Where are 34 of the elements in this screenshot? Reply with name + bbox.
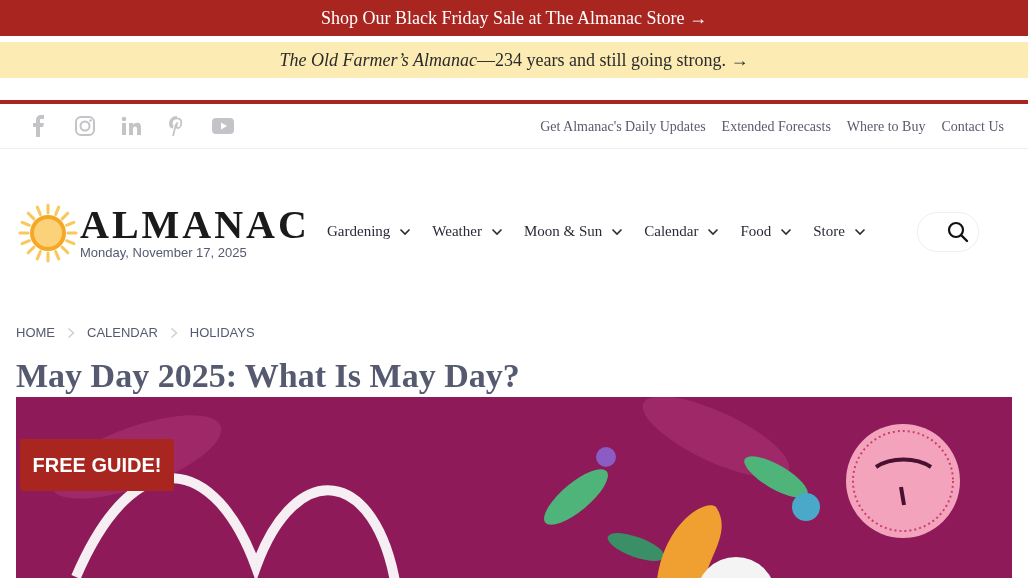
- chevron-right-icon: [169, 327, 178, 339]
- search-icon: [947, 220, 969, 243]
- nav-menu-item[interactable]: Food: [740, 220, 793, 243]
- chevron-down-icon: [399, 227, 412, 236]
- page-title: May Day 2025: What Is May Day?: [15, 356, 521, 396]
- nav-menu-item[interactable]: Calendar: [644, 220, 720, 243]
- nav-menu-item[interactable]: Moon & Sun: [523, 220, 624, 243]
- chevron-down-icon: [780, 227, 793, 236]
- social-link[interactable]: [120, 115, 142, 137]
- social-link[interactable]: [74, 115, 96, 137]
- linkedin-icon: [120, 115, 142, 137]
- top-nav-link[interactable]: Extended Forecasts: [721, 115, 831, 137]
- video-play-icon: [212, 115, 234, 137]
- social-link[interactable]: [212, 115, 234, 137]
- chevron-right-icon: [67, 327, 75, 339]
- chevron-down-icon: [611, 227, 624, 236]
- chevron-down-icon: [707, 227, 720, 236]
- chevron-down-icon: [490, 227, 503, 236]
- sun-icon: [18, 203, 78, 263]
- breadcrumb-link[interactable]: HOME: [16, 323, 55, 343]
- top-nav-link[interactable]: Get Almanac's Daily Updates: [540, 115, 706, 137]
- free-guide-button[interactable]: FREE GUIDE!: [20, 439, 174, 491]
- nav-menu-item[interactable]: Weather: [432, 220, 503, 243]
- top-nav-link[interactable]: Where to Buy: [846, 115, 926, 137]
- instagram-icon: [74, 115, 96, 137]
- breadcrumb-link[interactable]: HOLIDAYS: [189, 323, 255, 343]
- logo[interactable]: ALMANAC Monday, November 17, 2025: [18, 200, 308, 263]
- current-date: Monday, November 17, 2025: [80, 245, 248, 261]
- logo-wordmark: ALMANAC: [80, 205, 310, 245]
- nav-menu-item[interactable]: Store: [813, 220, 866, 243]
- top-nav-link[interactable]: Contact Us: [941, 115, 1004, 137]
- nav-menu-item[interactable]: Gardening: [327, 220, 412, 243]
- breadcrumb-link[interactable]: CALENDAR: [87, 323, 158, 343]
- chevron-down-icon: [853, 227, 866, 236]
